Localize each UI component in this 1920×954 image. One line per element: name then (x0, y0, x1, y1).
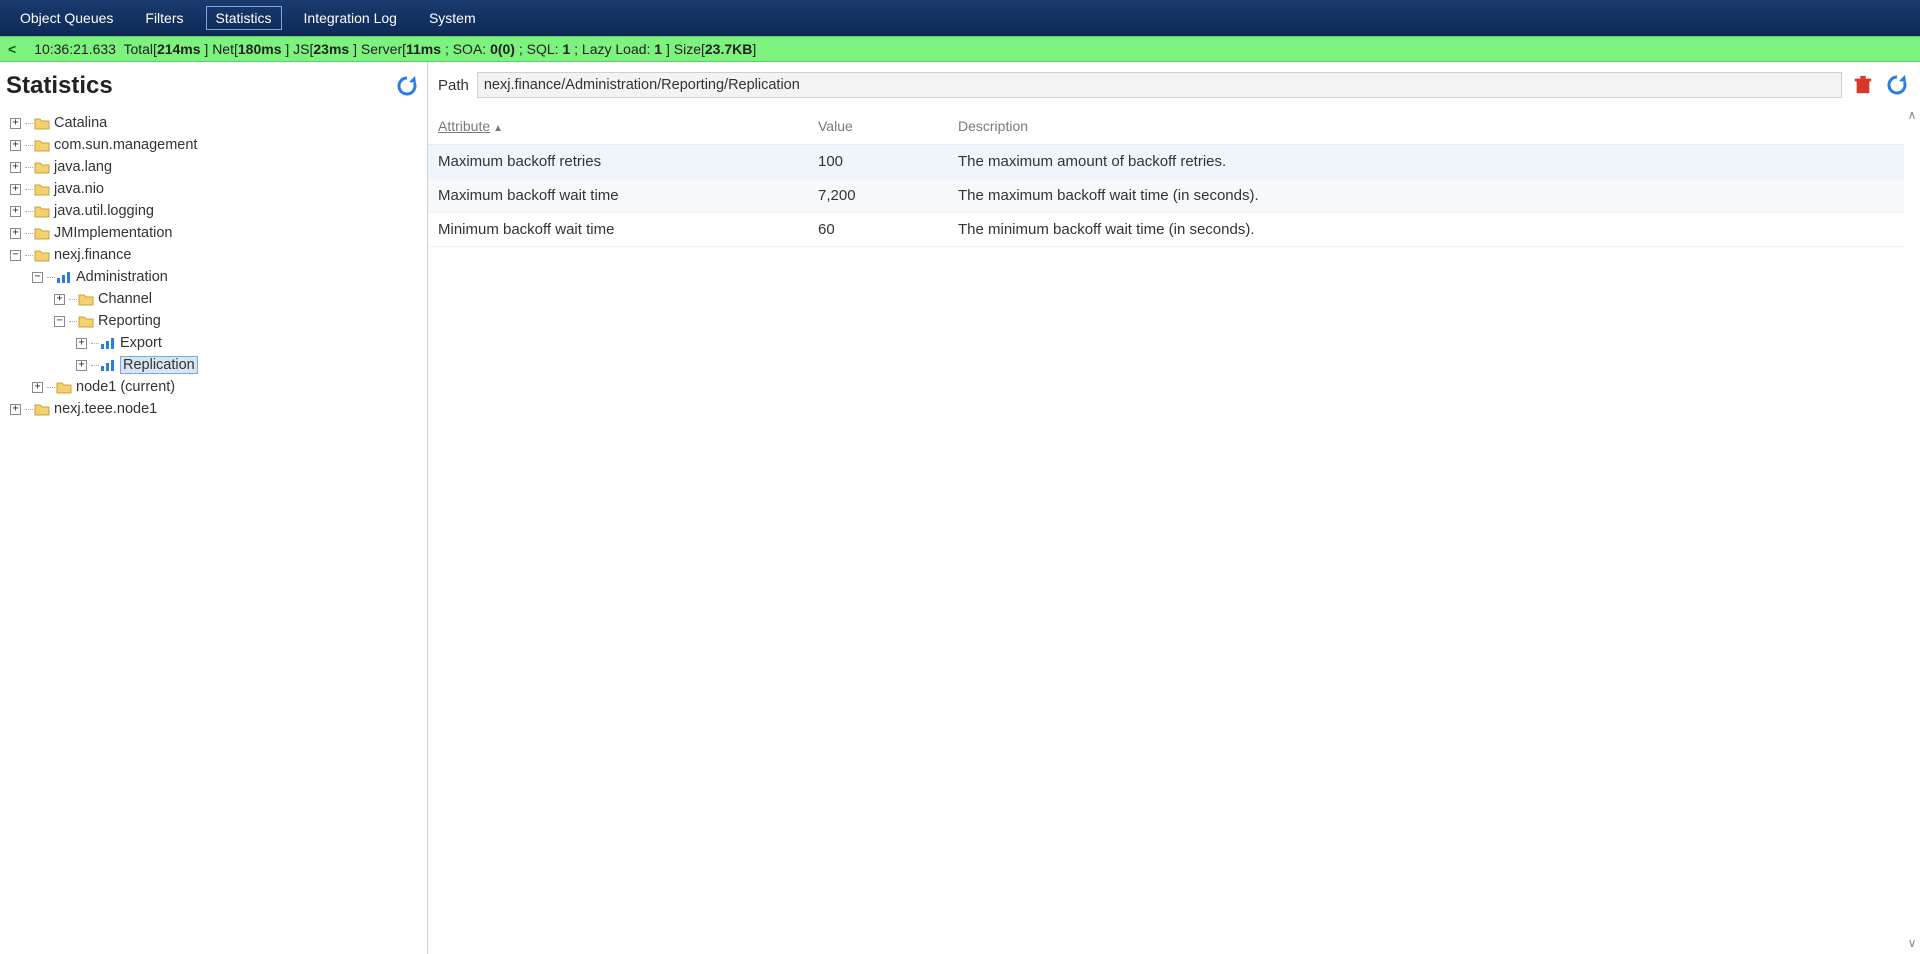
tree-node-java-lang[interactable]: + java.lang (10, 156, 423, 178)
attributes-table: Attribute▲ Value Description Maximum bac… (428, 104, 1904, 247)
folder-icon (56, 380, 72, 394)
table-row[interactable]: Minimum backoff wait time60The minimum b… (428, 213, 1904, 247)
expand-icon[interactable]: + (10, 404, 21, 415)
col-header-description[interactable]: Description (948, 104, 1904, 145)
folder-icon (34, 182, 50, 196)
vertical-scrollbar[interactable]: ∧ ∨ (1904, 104, 1920, 954)
table-row[interactable]: Maximum backoff wait time7,200The maximu… (428, 179, 1904, 213)
content-pane: Path Attribute▲ Value Description (428, 62, 1920, 954)
tree-label: Catalina (54, 115, 107, 131)
status-collapse[interactable]: < (8, 41, 16, 57)
cell-val: 100 (808, 145, 948, 179)
menubar: Object Queues Filters Statistics Integratio… (0, 0, 1920, 36)
tree-node-jmimplementation[interactable]: + JMImplementation (10, 222, 423, 244)
tree-label: java.lang (54, 159, 112, 175)
cell-attr: Maximum backoff retries (428, 145, 808, 179)
cell-desc: The maximum backoff wait time (in second… (948, 179, 1904, 213)
path-label: Path (438, 77, 469, 94)
folder-icon (34, 226, 50, 240)
collapse-icon[interactable]: − (32, 272, 43, 283)
menu-integration-log[interactable]: Integration Log (294, 6, 407, 30)
tree-label: Reporting (98, 313, 161, 329)
scroll-down-icon[interactable]: ∨ (1908, 936, 1917, 950)
tree-label: Channel (98, 291, 152, 307)
menu-filters[interactable]: Filters (135, 6, 193, 30)
tree-label: node1 (current) (76, 379, 175, 395)
folder-icon (34, 402, 50, 416)
tree-label: java.nio (54, 181, 104, 197)
scroll-up-icon[interactable]: ∧ (1908, 108, 1917, 122)
folder-icon (34, 116, 50, 130)
folder-icon (78, 314, 94, 328)
cell-desc: The maximum amount of backoff retries. (948, 145, 1904, 179)
expand-icon[interactable]: + (10, 184, 21, 195)
delete-button[interactable] (1850, 72, 1876, 98)
tree-node-administration[interactable]: − Administration (10, 266, 423, 288)
menu-system[interactable]: System (419, 6, 486, 30)
expand-icon[interactable]: + (76, 360, 87, 371)
tree-node-com-sun-management[interactable]: + com.sun.management (10, 134, 423, 156)
tree-node-channel[interactable]: + Channel (10, 288, 423, 310)
tree-node-java-util-logging[interactable]: + java.util.logging (10, 200, 423, 222)
expand-icon[interactable]: + (10, 228, 21, 239)
folder-icon (34, 138, 50, 152)
refresh-content-button[interactable] (1884, 72, 1910, 98)
cell-val: 7,200 (808, 179, 948, 213)
tree-node-nexj-finance[interactable]: − nexj.finance (10, 244, 423, 266)
statistics-tree[interactable]: + Catalina + com.sun.management + java.lang + j… (0, 108, 427, 954)
col-header-attribute[interactable]: Attribute▲ (428, 104, 808, 145)
collapse-icon[interactable]: − (54, 316, 65, 327)
expand-icon[interactable]: + (54, 294, 65, 305)
cell-attr: Minimum backoff wait time (428, 213, 808, 247)
sidebar: Statistics +Catalina+com.sun.management+… (0, 62, 428, 954)
expand-icon[interactable]: + (10, 162, 21, 173)
menu-object-queues[interactable]: Object Queues (10, 6, 123, 30)
status-bar: < 10:36:21.633 Total[214ms ] Net[180ms ]… (0, 36, 1920, 62)
menu-statistics[interactable]: Statistics (206, 6, 282, 30)
expand-icon[interactable]: + (10, 118, 21, 129)
tree-node-replication[interactable]: + Replication (10, 354, 423, 376)
col-header-value[interactable]: Value (808, 104, 948, 145)
trash-icon (1853, 74, 1873, 96)
cell-val: 60 (808, 213, 948, 247)
tree-label: nexj.teee.node1 (54, 401, 157, 417)
path-input[interactable] (477, 72, 1842, 98)
tree-label: java.util.logging (54, 203, 154, 219)
tree-label: Administration (76, 269, 168, 285)
chart-icon (100, 358, 116, 372)
tree-node-export[interactable]: + Export (10, 332, 423, 354)
expand-icon[interactable]: + (76, 338, 87, 349)
refresh-tree-button[interactable] (393, 72, 421, 100)
expand-icon[interactable]: + (10, 140, 21, 151)
refresh-icon (1885, 73, 1909, 97)
folder-icon (34, 204, 50, 218)
chart-icon (56, 270, 72, 284)
expand-icon[interactable]: + (10, 206, 21, 217)
tree-node-nexj-teee-node1[interactable]: + nexj.teee.node1 (10, 398, 423, 420)
table-row[interactable]: Maximum backoff retries100The maximum am… (428, 145, 1904, 179)
tree-label: com.sun.management (54, 137, 197, 153)
tree-label: nexj.finance (54, 247, 131, 263)
cell-attr: Maximum backoff wait time (428, 179, 808, 213)
tree-label: JMImplementation (54, 225, 172, 241)
collapse-icon[interactable]: − (10, 250, 21, 261)
expand-icon[interactable]: + (32, 382, 43, 393)
tree-node-reporting[interactable]: − Reporting (10, 310, 423, 332)
status-text: 10:36:21.633 Total[214ms ] Net[180ms ] J… (34, 41, 756, 57)
refresh-icon (395, 74, 419, 98)
tree-node-java-nio[interactable]: + java.nio (10, 178, 423, 200)
page-title: Statistics (6, 72, 113, 100)
chart-icon (100, 336, 116, 350)
tree-label: Export (120, 335, 162, 351)
tree-node-catalina[interactable]: + Catalina (10, 112, 423, 134)
cell-desc: The minimum backoff wait time (in second… (948, 213, 1904, 247)
folder-icon (34, 160, 50, 174)
folder-icon (34, 248, 50, 262)
tree-node-node1-current-[interactable]: + node1 (current) (10, 376, 423, 398)
folder-icon (78, 292, 94, 306)
tree-label: Replication (120, 356, 198, 374)
